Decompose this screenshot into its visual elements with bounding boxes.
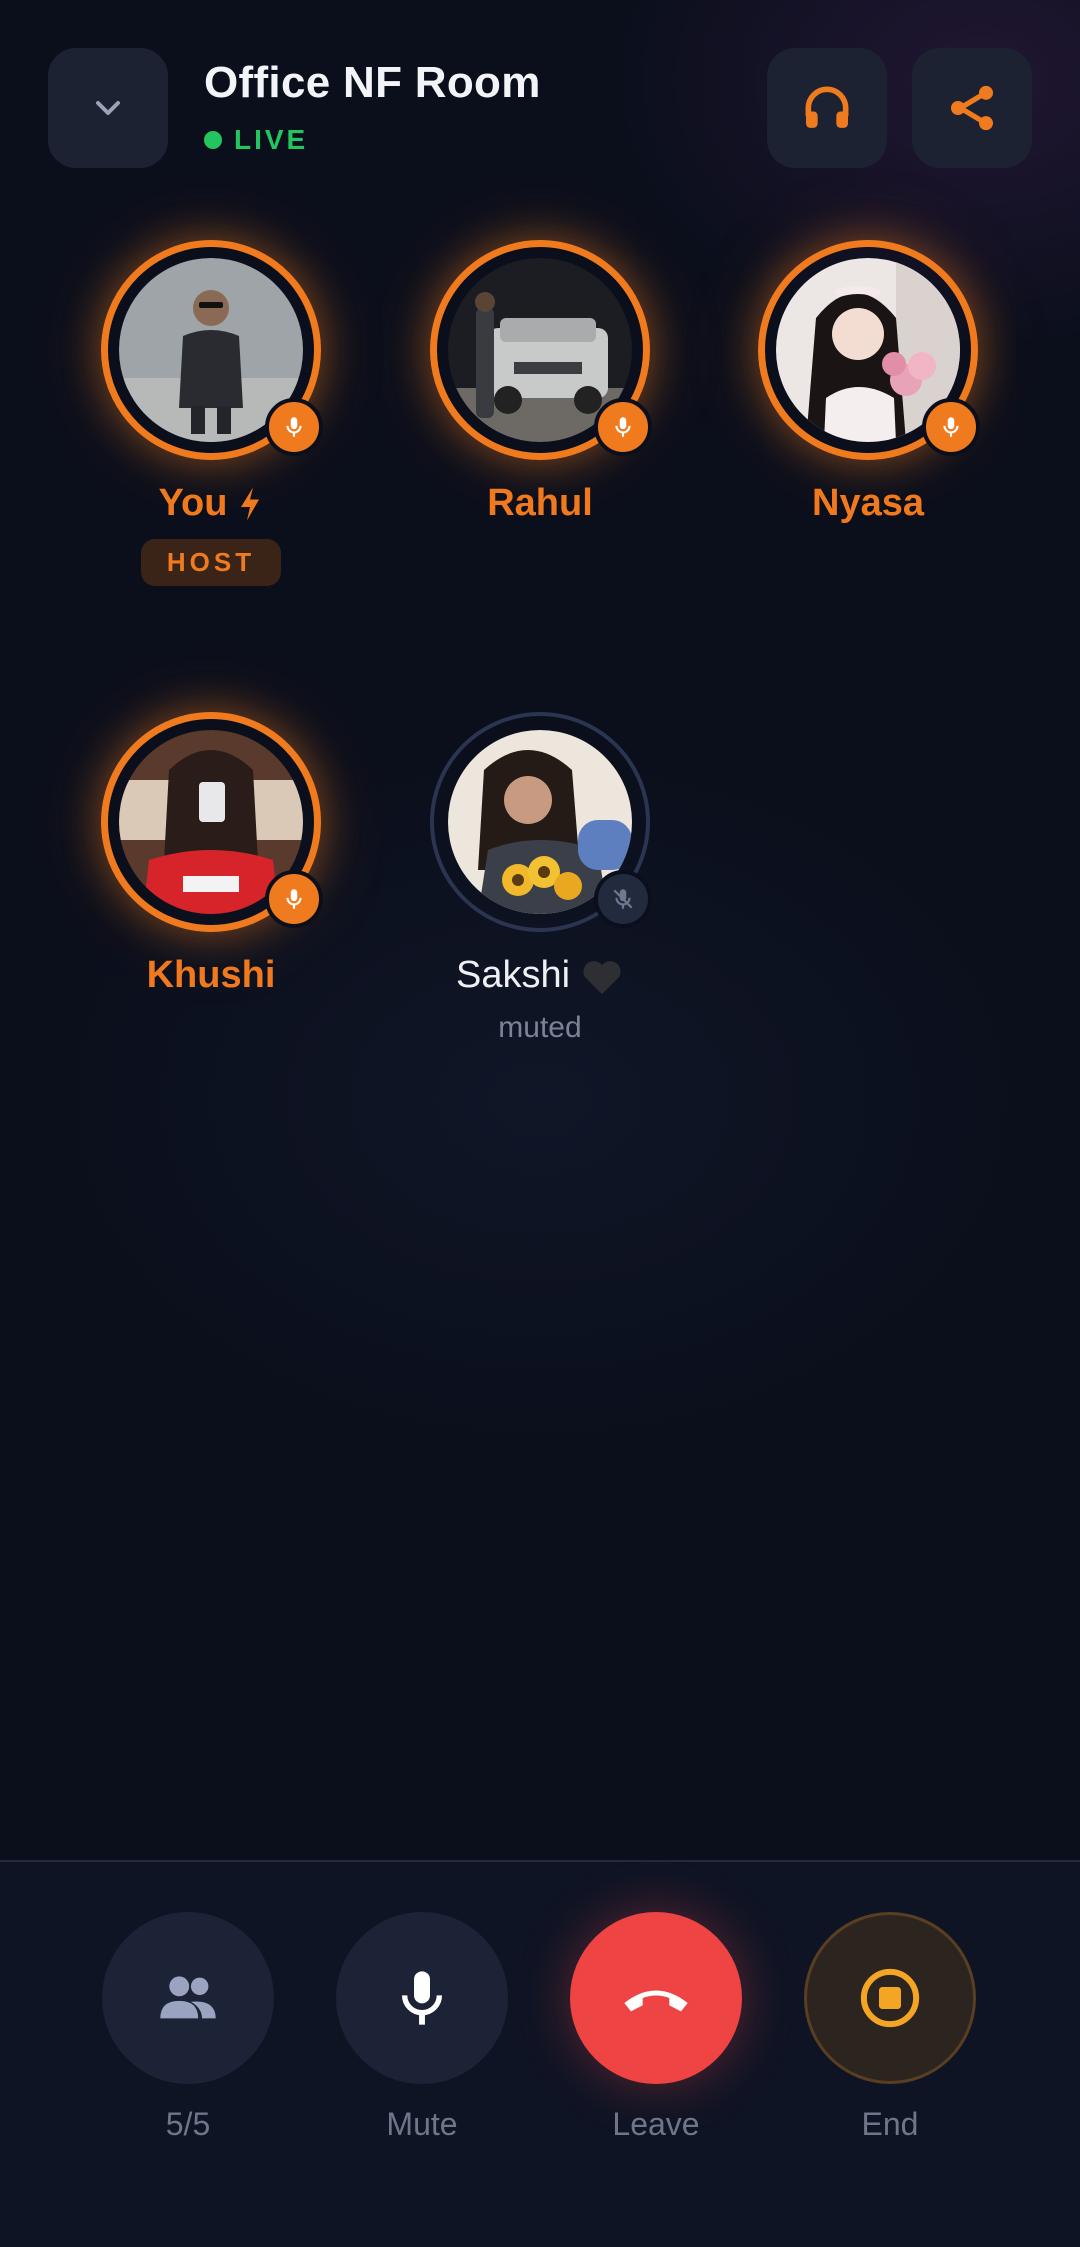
microphone-icon: [615, 417, 631, 437]
participant-name-text: Rahul: [487, 482, 593, 524]
headphones-icon: [805, 86, 849, 128]
participant-you[interactable]: You HOST: [61, 240, 361, 586]
participant-khushi[interactable]: Khushi: [61, 712, 361, 997]
participant-name-text: You: [158, 482, 228, 524]
live-label: LIVE: [234, 124, 309, 155]
mic-on-badge: [594, 398, 652, 456]
leave-button[interactable]: [570, 1912, 742, 2084]
participant-rahul[interactable]: Rahul: [390, 240, 690, 525]
lightning-icon: [241, 487, 260, 520]
stop-icon: [860, 1968, 920, 2028]
avatar-container: [430, 240, 652, 460]
room-title: Office NF Room: [204, 58, 541, 107]
microphone-icon: [286, 889, 302, 909]
mic-on-badge: [922, 398, 980, 456]
voice-room-screen: Office NF Room LIVE You HOST Rahul Nyasa…: [0, 0, 1080, 2247]
participant-name: Sakshi: [390, 954, 690, 997]
avatar-container: [430, 712, 652, 932]
avatar-container: [101, 712, 323, 932]
avatar-container: [101, 240, 323, 460]
mute-control[interactable]: Mute: [332, 1912, 512, 2143]
mute-button[interactable]: [336, 1912, 508, 2084]
microphone-off-icon: [613, 889, 633, 909]
people-icon: [160, 1976, 216, 2019]
end-control[interactable]: End: [800, 1912, 980, 2143]
participant-sakshi[interactable]: Sakshi muted: [390, 712, 690, 1045]
participant-status: muted: [498, 1011, 582, 1044]
mic-off-badge: [594, 870, 652, 928]
share-icon: [951, 85, 993, 131]
end-button[interactable]: [804, 1912, 976, 2084]
host-badge: HOST: [140, 539, 282, 586]
leave-label: Leave: [612, 2106, 700, 2142]
mic-on-badge: [265, 870, 323, 928]
share-button[interactable]: [912, 48, 1032, 168]
participant-count: 5/5: [165, 2106, 211, 2142]
participant-name: Rahul: [390, 482, 690, 525]
participant-name: Khushi: [61, 954, 361, 997]
chevron-down-icon: [96, 101, 120, 115]
participants-control[interactable]: 5/5: [98, 1912, 278, 2143]
microphone-icon: [402, 1971, 442, 2025]
avatar-container: [758, 240, 980, 460]
black-heart-icon: [583, 960, 621, 994]
leave-control[interactable]: Leave: [566, 1912, 746, 2143]
live-dot: [204, 131, 222, 149]
participant-nyasa[interactable]: Nyasa: [718, 240, 1018, 525]
microphone-icon: [286, 417, 302, 437]
participant-name: Nyasa: [718, 482, 1018, 525]
participants-button[interactable]: [102, 1912, 274, 2084]
hang-up-icon: [624, 1990, 688, 2012]
live-indicator: LIVE: [204, 124, 308, 156]
microphone-icon: [943, 417, 959, 437]
mic-on-badge: [265, 398, 323, 456]
collapse-button[interactable]: [48, 48, 168, 168]
participant-name-text: Sakshi: [455, 954, 571, 996]
participant-name-text: Khushi: [146, 954, 276, 996]
mute-label: Mute: [386, 2106, 458, 2142]
end-label: End: [861, 2106, 919, 2142]
participant-name-text: Nyasa: [812, 482, 924, 524]
audio-output-button[interactable]: [767, 48, 887, 168]
participant-name: You: [61, 482, 361, 525]
